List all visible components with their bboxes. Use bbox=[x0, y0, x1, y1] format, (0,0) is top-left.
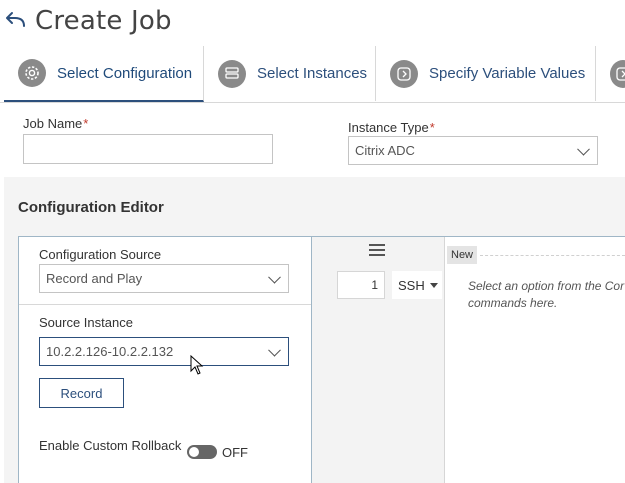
config-source-select[interactable]: Record and Play bbox=[39, 264, 289, 293]
instance-type-select[interactable]: Citrix ADC bbox=[348, 136, 598, 165]
wizard-tabs: Select Configuration Select Instances Sp… bbox=[0, 46, 625, 103]
tab-label: Specify Variable Values bbox=[429, 65, 586, 82]
command-editor-pane bbox=[445, 237, 625, 483]
config-source-label: Configuration Source bbox=[39, 247, 162, 262]
config-source-value: Record and Play bbox=[46, 271, 143, 286]
next-step-icon bbox=[610, 59, 625, 88]
caret-down-icon bbox=[429, 283, 438, 288]
page-title: Create Job bbox=[35, 6, 172, 36]
chevron-down-icon bbox=[268, 270, 281, 284]
variables-icon bbox=[390, 59, 418, 88]
instance-type-label-text: Instance Type bbox=[348, 120, 429, 135]
editor-title: Configuration Editor bbox=[18, 199, 164, 216]
job-name-input[interactable] bbox=[23, 134, 273, 164]
instance-type-value: Citrix ADC bbox=[355, 143, 415, 158]
hamburger-menu-icon[interactable] bbox=[369, 244, 385, 256]
mode-value: SSH bbox=[398, 277, 425, 293]
tab-label: Select Configuration bbox=[57, 64, 193, 82]
chevron-down-icon bbox=[577, 142, 590, 156]
source-instance-value: 10.2.2.126-10.2.2.132 bbox=[46, 344, 174, 359]
mode-select[interactable]: SSH bbox=[392, 271, 442, 299]
tab-next[interactable] bbox=[596, 46, 625, 101]
chevron-down-icon bbox=[268, 343, 281, 357]
back-arrow-icon[interactable] bbox=[4, 10, 28, 34]
source-instance-select[interactable]: 10.2.2.126-10.2.2.132 bbox=[39, 337, 289, 366]
editor-hint-text: Select an option from the Cor commands h… bbox=[468, 279, 625, 310]
tab-select-configuration[interactable]: Select Configuration bbox=[4, 46, 204, 102]
custom-rollback-toggle[interactable] bbox=[187, 445, 217, 459]
record-button[interactable]: Record bbox=[39, 378, 124, 408]
mouse-cursor-icon bbox=[190, 355, 204, 375]
job-name-label-text: Job Name bbox=[23, 116, 83, 131]
source-instance-label: Source Instance bbox=[39, 315, 133, 330]
tab-select-instances[interactable]: Select Instances bbox=[204, 46, 376, 101]
required-marker: * bbox=[429, 120, 435, 135]
toggle-state-label: OFF bbox=[222, 445, 248, 460]
tab-specify-variable-values[interactable]: Specify Variable Values bbox=[376, 46, 596, 101]
custom-rollback-label: Enable Custom Rollback bbox=[39, 438, 182, 453]
job-name-label: Job Name* bbox=[23, 116, 88, 131]
divider bbox=[19, 304, 311, 305]
line-number: 1 bbox=[337, 271, 385, 299]
new-tag[interactable]: New bbox=[447, 246, 478, 264]
toggle-knob bbox=[189, 447, 199, 457]
instances-icon bbox=[218, 59, 246, 88]
instance-type-label: Instance Type* bbox=[348, 120, 435, 135]
required-marker: * bbox=[83, 116, 89, 131]
tab-label: Select Instances bbox=[257, 65, 368, 82]
dashed-separator bbox=[480, 255, 625, 256]
gear-icon bbox=[18, 59, 46, 87]
